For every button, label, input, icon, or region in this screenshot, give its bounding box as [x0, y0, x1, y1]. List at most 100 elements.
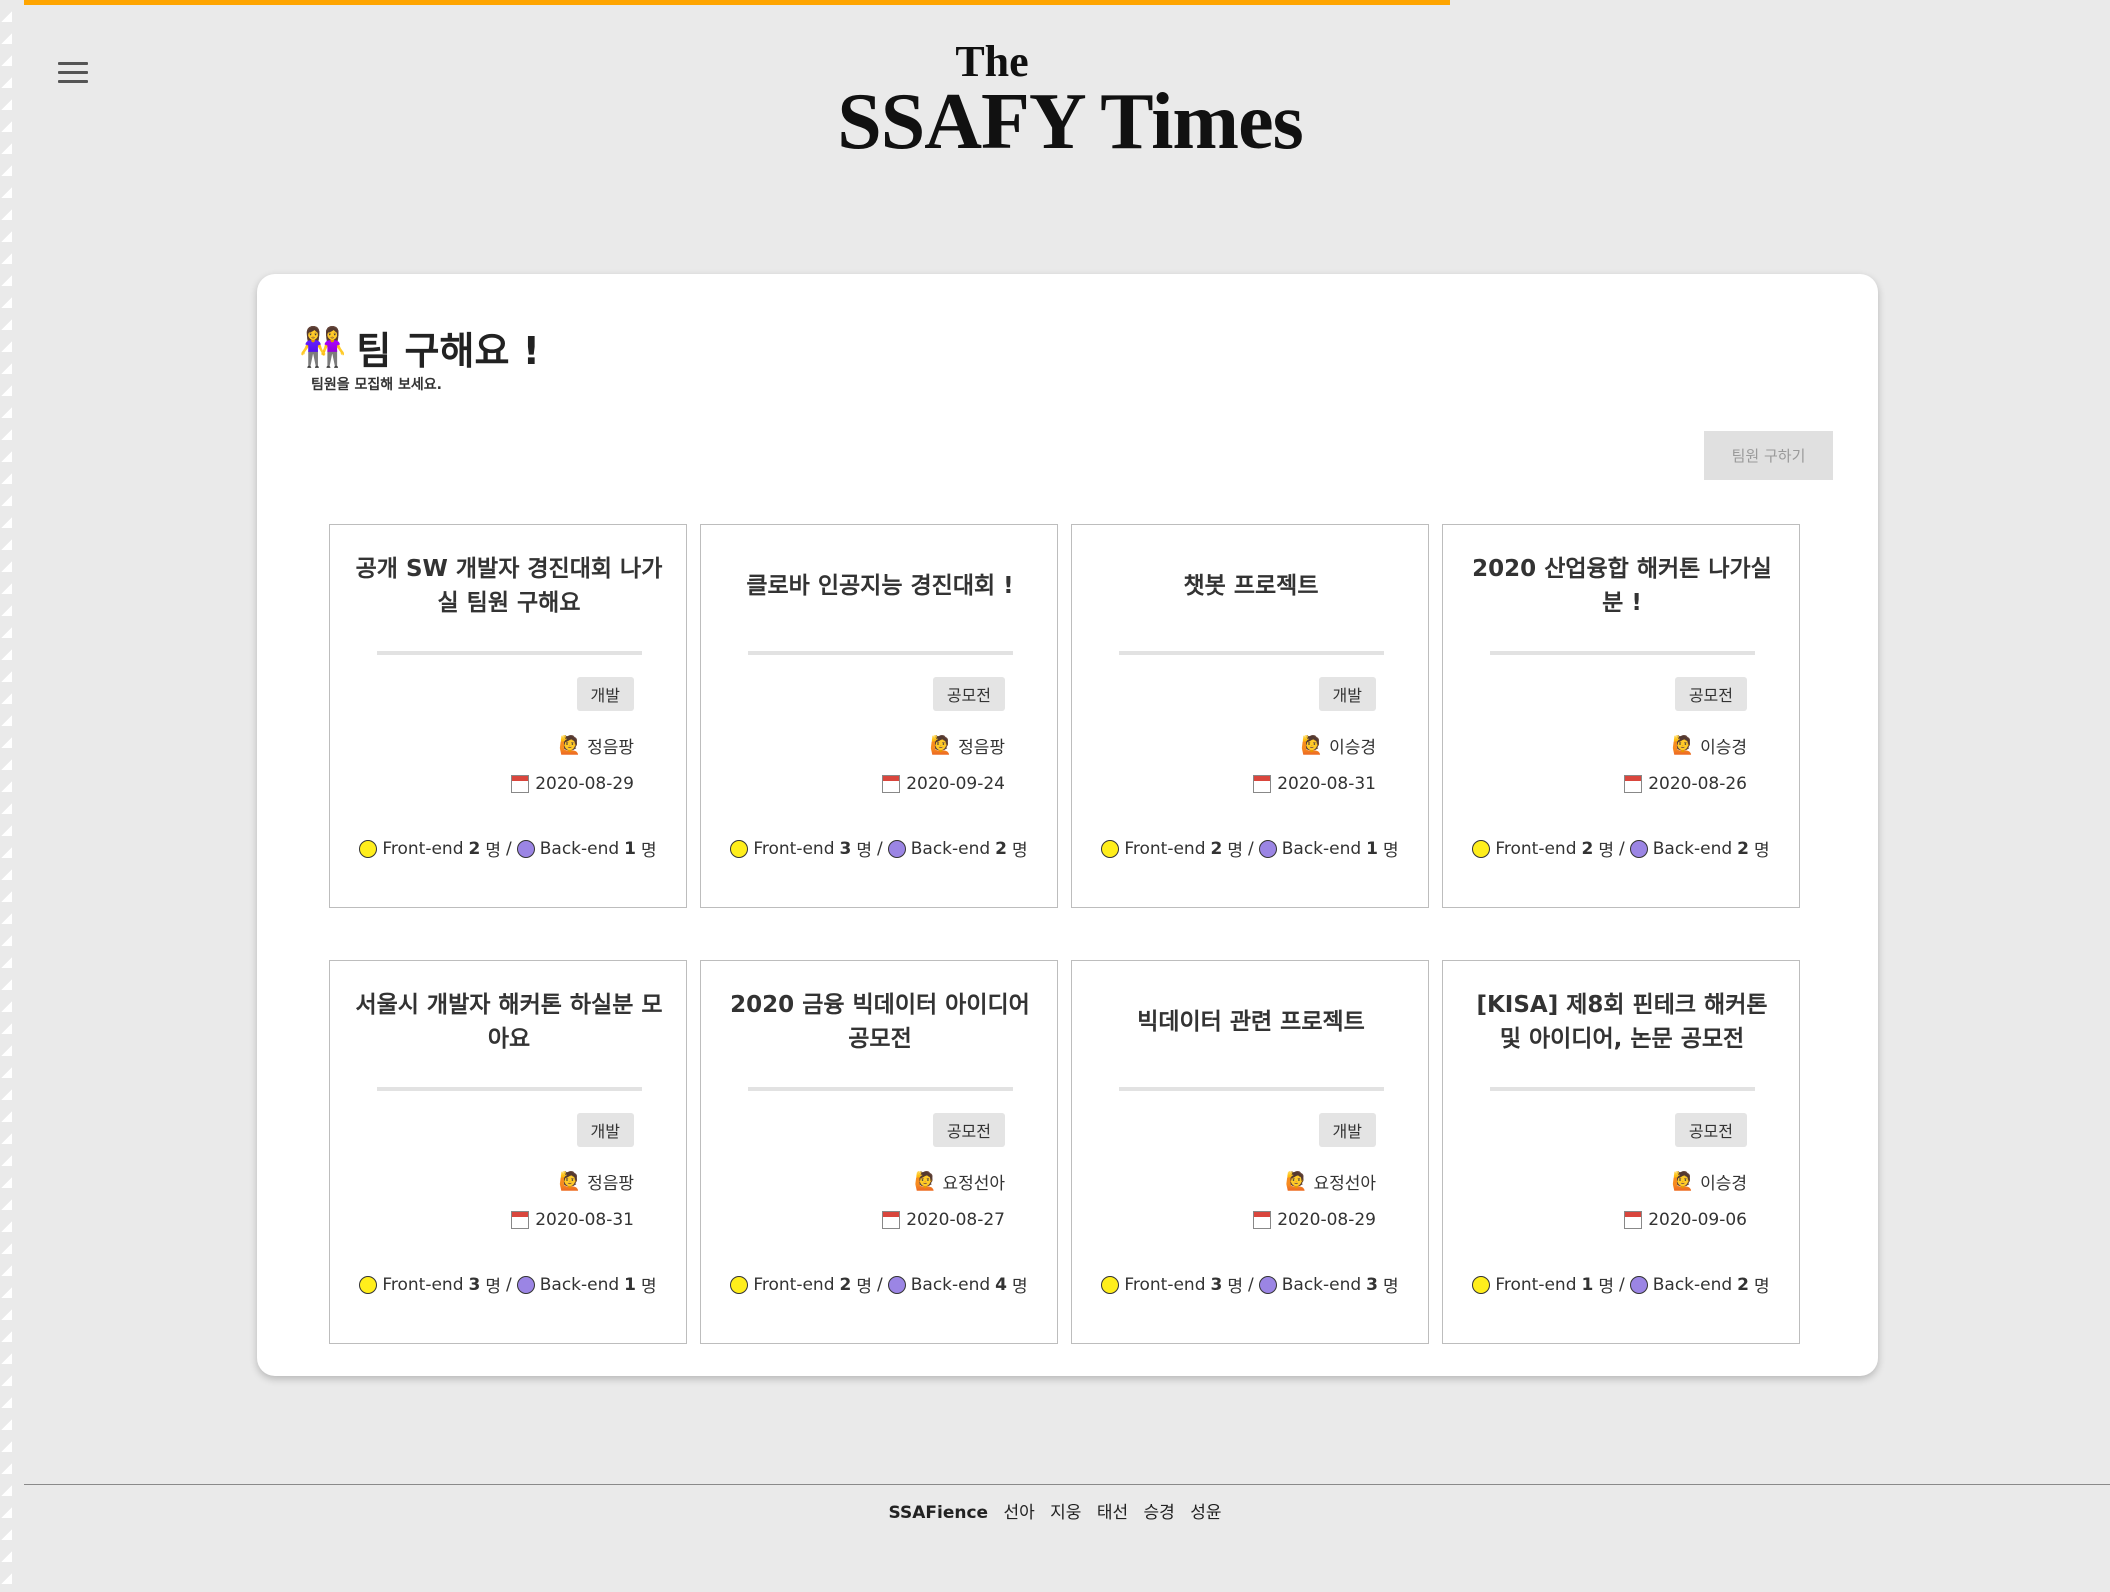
footer-member: 지웅: [1050, 1503, 1082, 1523]
category-badge: 공모전: [932, 677, 1005, 711]
separator: /: [506, 838, 512, 859]
frontend-count: 2: [1581, 838, 1594, 859]
yellow-circle-icon: [730, 839, 749, 858]
card-title: 서울시 개발자 해커톤 하실분 모아요: [355, 992, 663, 1052]
card-title: 2020 산업융합 해커톤 나가실 분 !: [1472, 556, 1772, 616]
backend-label: Back-end: [1281, 1274, 1362, 1295]
author-name: 요정선아: [1313, 1174, 1376, 1194]
calendar-icon: [1253, 1211, 1272, 1229]
yellow-circle-icon: [359, 839, 378, 858]
frontend-count: 3: [468, 1274, 481, 1295]
card-divider: [1119, 1087, 1384, 1091]
footer-member: 태선: [1096, 1503, 1129, 1523]
frontend-unit: 명: [485, 841, 501, 861]
team-card[interactable]: 챗봇 프로젝트 개발 🙋 이승경 2020-08-31 Front-end 2 명 / Back-…: [1071, 524, 1429, 908]
team-card[interactable]: 빅데이터 관련 프로젝트 개발 🙋 요정선아 2020-08-29 Front-end 3 명…: [1071, 960, 1429, 1344]
date-text: 2020-08-31: [1277, 774, 1376, 794]
yellow-circle-icon: [1472, 1275, 1491, 1294]
frontend-count: 3: [1210, 1274, 1223, 1295]
frontend-unit: 명: [1227, 1277, 1243, 1297]
card-date: 2020-08-26: [1624, 774, 1747, 794]
footer-brand: SSAFience: [888, 1503, 989, 1523]
frontend-count: 3: [839, 838, 852, 859]
person-raising-hand-icon: 🙋: [914, 1171, 937, 1192]
backend-unit: 명: [1383, 1277, 1399, 1297]
backend-label: Back-end: [910, 838, 991, 859]
backend-unit: 명: [1754, 1277, 1770, 1297]
team-card[interactable]: 2020 금융 빅데이터 아이디어 공모전 공모전 🙋 요정선아 2020-08-27 F…: [700, 960, 1058, 1344]
card-author: 🙋 정음팡: [559, 1169, 634, 1194]
frontend-unit: 명: [856, 841, 872, 861]
card-date: 2020-08-31: [1253, 774, 1376, 794]
recruit-roles: Front-end 3 명 / Back-end 2 명: [701, 836, 1057, 861]
backend-count: 1: [1366, 838, 1379, 859]
team-card[interactable]: [KISA] 제8회 핀테크 해커톤 및 아이디어, 논문 공모전 공모전 🙋 이승경…: [1442, 960, 1800, 1344]
card-divider: [748, 651, 1013, 655]
footer-divider: [24, 1484, 2110, 1485]
two-women-icon: 👭: [299, 325, 347, 369]
team-card[interactable]: 클로바 인공지능 경진대회 ! 공모전 🙋 정음팡 2020-09-24 Front-en…: [700, 524, 1058, 908]
calendar-icon: [882, 1211, 901, 1229]
team-card[interactable]: 공개 SW 개발자 경진대회 나가실 팀원 구해요 개발 🙋 정음팡 2020-08-2…: [329, 524, 687, 908]
card-author: 🙋 이승경: [1301, 733, 1376, 758]
backend-label: Back-end: [1652, 1274, 1733, 1295]
card-author: 🙋 정음팡: [559, 733, 634, 758]
category-badge: 개발: [576, 677, 634, 711]
purple-circle-icon: [1629, 839, 1648, 858]
card-date: 2020-09-06: [1624, 1210, 1747, 1230]
team-card[interactable]: 2020 산업융합 해커톤 나가실 분 ! 공모전 🙋 이승경 2020-08-26 Fr…: [1442, 524, 1800, 908]
author-name: 이승경: [1329, 738, 1376, 758]
footer-member: 선아: [1003, 1503, 1035, 1523]
backend-count: 2: [1737, 838, 1750, 859]
calendar-icon: [511, 1211, 530, 1229]
team-card[interactable]: 서울시 개발자 해커톤 하실분 모아요 개발 🙋 정음팡 2020-08-31 Front…: [329, 960, 687, 1344]
yellow-circle-icon: [1101, 839, 1120, 858]
footer-member: 승경: [1143, 1503, 1175, 1523]
category-badge: 공모전: [1674, 677, 1747, 711]
frontend-count: 2: [839, 1274, 852, 1295]
backend-label: Back-end: [910, 1274, 991, 1295]
card-title: 클로바 인공지능 경진대회 !: [746, 573, 1014, 599]
card-title: 빅데이터 관련 프로젝트: [1137, 1009, 1365, 1035]
recruit-roles: Front-end 2 명 / Back-end 4 명: [701, 1272, 1057, 1297]
person-raising-hand-icon: 🙋: [558, 735, 582, 756]
page-title: 👭 팀 구해요 !: [299, 320, 540, 375]
author-name: 이승경: [1700, 738, 1747, 758]
recruit-roles: Front-end 3 명 / Back-end 1 명: [330, 1272, 686, 1297]
logo-name: SSAFY Times: [837, 78, 1303, 166]
frontend-unit: 명: [1227, 841, 1243, 861]
separator: /: [1248, 838, 1254, 859]
yellow-circle-icon: [1472, 839, 1491, 858]
site-logo[interactable]: The SSAFY Times: [820, 40, 1320, 166]
frontend-label: Front-end: [1495, 838, 1577, 859]
footer-member: 성윤: [1190, 1503, 1222, 1523]
category-badge: 개발: [576, 1113, 634, 1147]
card-divider: [1119, 651, 1384, 655]
purple-circle-icon: [887, 839, 906, 858]
author-name: 정음팡: [587, 738, 634, 758]
recruit-roles: Front-end 1 명 / Back-end 2 명: [1443, 1272, 1799, 1297]
card-date: 2020-08-27: [882, 1210, 1005, 1230]
backend-count: 2: [995, 838, 1008, 859]
separator: /: [877, 838, 883, 859]
frontend-label: Front-end: [382, 838, 464, 859]
backend-unit: 명: [1012, 1277, 1028, 1297]
frontend-count: 2: [1210, 838, 1223, 859]
separator: /: [1619, 1274, 1625, 1295]
author-name: 이승경: [1700, 1174, 1747, 1194]
backend-label: Back-end: [1652, 838, 1733, 859]
backend-count: 3: [1366, 1274, 1379, 1295]
person-raising-hand-icon: 🙋: [1300, 735, 1324, 756]
frontend-label: Front-end: [753, 1274, 835, 1295]
date-text: 2020-08-31: [535, 1210, 634, 1230]
hamburger-menu-icon[interactable]: [58, 62, 88, 86]
backend-unit: 명: [641, 1277, 657, 1297]
find-team-button[interactable]: 팀원 구하기: [1704, 431, 1833, 480]
backend-label: Back-end: [539, 838, 620, 859]
card-title: 챗봇 프로젝트: [1183, 573, 1319, 599]
card-divider: [1490, 651, 1755, 655]
card-title: [KISA] 제8회 핀테크 해커톤 및 아이디어, 논문 공모전: [1476, 992, 1768, 1052]
date-text: 2020-08-27: [906, 1210, 1005, 1230]
date-text: 2020-08-29: [1277, 1210, 1376, 1230]
yellow-circle-icon: [730, 1275, 749, 1294]
